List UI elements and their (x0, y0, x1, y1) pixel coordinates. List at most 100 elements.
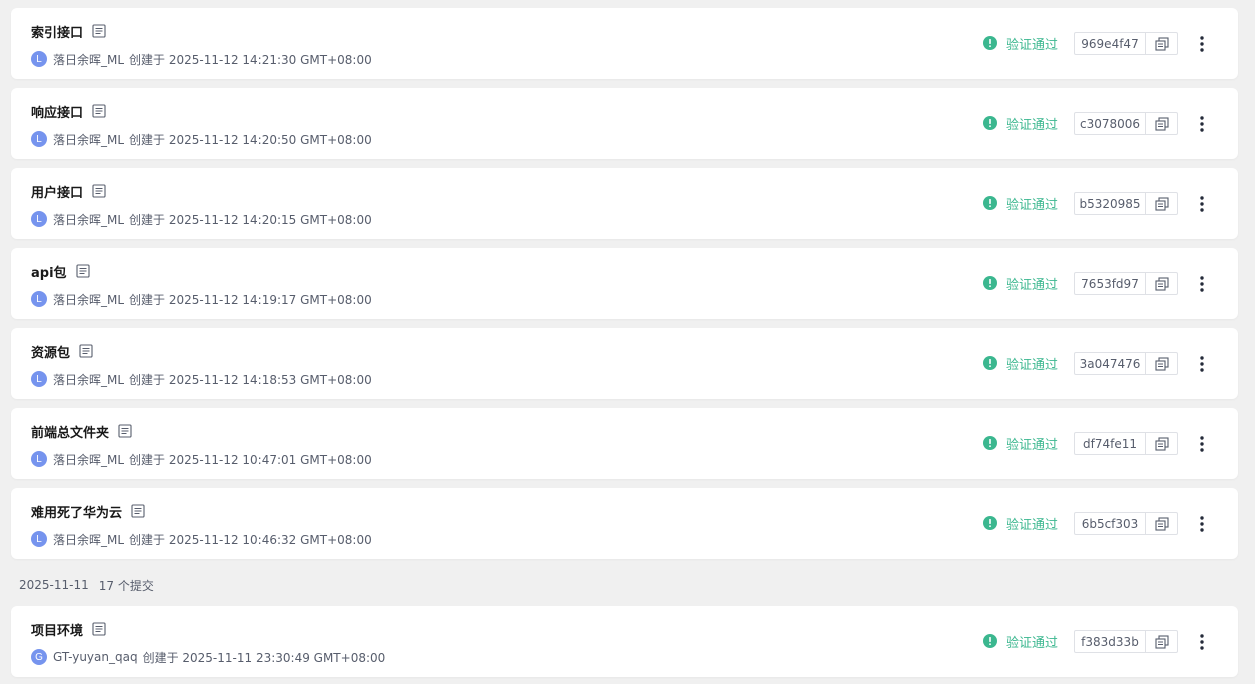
author-name: GT-yuyan_qaq (53, 650, 138, 664)
document-icon[interactable] (79, 344, 93, 358)
document-icon[interactable] (131, 504, 145, 518)
copy-icon[interactable] (1146, 33, 1177, 54)
check-circle-icon (983, 276, 997, 290)
document-icon[interactable] (92, 104, 106, 118)
commit-title[interactable]: 用户接口 (31, 182, 83, 201)
status-text: 验证通过 (1006, 357, 1059, 373)
created-time: 创建于 2025-11-11 23:30:49 GMT+08:00 (142, 650, 386, 665)
copy-icon[interactable] (1146, 433, 1177, 454)
copy-icon[interactable] (1146, 513, 1177, 534)
avatar: L (31, 131, 47, 147)
status-text: 验证通过 (1006, 635, 1059, 651)
more-vertical-icon[interactable] (1194, 632, 1210, 652)
check-circle-icon (983, 116, 997, 130)
commit-card[interactable]: 前端总文件夹 L 落日余晖_ML 创建于 2025-11-12 10:47:01… (11, 408, 1238, 479)
check-circle-icon (983, 436, 997, 450)
author-name: 落日余晖_ML (53, 372, 125, 387)
more-vertical-icon[interactable] (1194, 514, 1210, 534)
commit-title[interactable]: 前端总文件夹 (31, 422, 109, 441)
avatar: L (31, 451, 47, 467)
more-vertical-icon[interactable] (1194, 114, 1210, 134)
commit-card[interactable]: 资源包 L 落日余晖_ML 创建于 2025-11-12 14:18:53 GM… (11, 328, 1238, 399)
group-date: 2025-11-11 (19, 578, 89, 592)
created-time: 创建于 2025-11-12 14:20:15 GMT+08:00 (129, 212, 372, 227)
commit-title[interactable]: api包 (31, 262, 67, 281)
more-vertical-icon[interactable] (1194, 34, 1210, 54)
status-text: 验证通过 (1006, 37, 1059, 53)
document-icon[interactable] (75, 264, 90, 278)
commit-hash-group: f383d33b (1074, 630, 1178, 653)
more-vertical-icon[interactable] (1194, 194, 1210, 214)
author-name: 落日余晖_ML (53, 532, 125, 547)
commit-card[interactable]: api包 L 落日余晖_ML 创建于 2025-11-12 14:19:17 G… (11, 248, 1238, 319)
more-vertical-icon[interactable] (1194, 274, 1210, 294)
copy-icon[interactable] (1146, 113, 1177, 134)
copy-icon[interactable] (1146, 193, 1177, 214)
check-circle-icon (983, 634, 997, 648)
commit-card[interactable]: 难用死了华为云 L 落日余晖_ML 创建于 2025-11-12 10:46:3… (11, 488, 1238, 559)
more-vertical-icon[interactable] (1194, 354, 1210, 374)
commit-hash[interactable]: 3a047476 (1075, 353, 1146, 374)
commit-card[interactable]: 索引接口 L 落日余晖_ML 创建于 2025-11-12 14:21:30 G… (11, 8, 1238, 79)
document-icon[interactable] (92, 24, 106, 38)
verify-status: 验证通过 (983, 35, 1059, 53)
commit-card[interactable]: 用户接口 L 落日余晖_ML 创建于 2025-11-12 14:20:15 G… (11, 168, 1238, 239)
commit-title[interactable]: 响应接口 (31, 102, 83, 121)
verify-status: 验证通过 (983, 355, 1059, 373)
author-name: 落日余晖_ML (53, 212, 125, 227)
status-text: 验证通过 (1006, 197, 1059, 213)
copy-icon[interactable] (1146, 273, 1177, 294)
commit-hash[interactable]: b5320985 (1075, 193, 1146, 214)
commit-hash[interactable]: 969e4f47 (1075, 33, 1146, 54)
commit-card[interactable]: 项目环境 G GT-yuyan_qaq 创建于 2025-11-11 23:30… (11, 606, 1238, 677)
verify-status: 验证通过 (983, 115, 1058, 133)
status-text: 验证通过 (1006, 277, 1059, 293)
document-icon[interactable] (92, 622, 106, 636)
avatar: L (31, 211, 47, 227)
copy-icon[interactable] (1146, 353, 1177, 374)
commit-hash-group: df74fe11 (1074, 432, 1178, 455)
commit-hash-group: 969e4f47 (1074, 32, 1178, 55)
commit-group-header: 2025-11-11 17 个提交 (19, 577, 154, 593)
author-name: 落日余晖_ML (53, 452, 125, 467)
commit-hash-group: b5320985 (1074, 192, 1178, 215)
commit-hash-group: c3078006 (1074, 112, 1178, 135)
commit-title[interactable]: 索引接口 (31, 22, 83, 41)
avatar: L (31, 51, 47, 67)
commit-card[interactable]: 响应接口 L 落日余晖_ML 创建于 2025-11-12 14:20:50 G… (11, 88, 1238, 159)
commit-title[interactable]: 项目环境 (31, 620, 83, 639)
commit-hash-group: 7653fd97 (1074, 272, 1178, 295)
copy-icon[interactable] (1146, 631, 1177, 652)
created-time: 创建于 2025-11-12 10:46:32 GMT+08:00 (129, 532, 372, 547)
verify-status: 验证通过 (983, 435, 1059, 453)
check-circle-icon (983, 196, 997, 210)
verify-status: 验证通过 (983, 515, 1058, 533)
commit-hash[interactable]: 6b5cf303 (1075, 513, 1146, 534)
check-circle-icon (983, 36, 997, 50)
commit-title[interactable]: 难用死了华为云 (31, 502, 122, 521)
author-name: 落日余晖_ML (53, 292, 125, 307)
commit-hash[interactable]: 7653fd97 (1075, 273, 1146, 294)
verify-status: 验证通过 (983, 275, 1059, 293)
check-circle-icon (983, 356, 997, 370)
verify-status: 验证通过 (983, 633, 1059, 651)
status-text: 验证通过 (1006, 437, 1059, 453)
commit-title[interactable]: 资源包 (31, 342, 70, 361)
document-icon[interactable] (92, 184, 106, 198)
commit-hash[interactable]: df74fe11 (1075, 433, 1146, 454)
commit-hash-group: 3a047476 (1074, 352, 1178, 375)
avatar: L (31, 531, 47, 547)
avatar: G (31, 649, 47, 665)
document-icon[interactable] (118, 424, 132, 438)
check-circle-icon (983, 516, 997, 530)
avatar: L (31, 371, 47, 387)
commit-hash[interactable]: f383d33b (1075, 631, 1146, 652)
created-time: 创建于 2025-11-12 14:19:17 GMT+08:00 (129, 292, 372, 307)
author-name: 落日余晖_ML (53, 52, 125, 67)
author-name: 落日余晖_ML (53, 132, 125, 147)
verify-status: 验证通过 (983, 195, 1059, 213)
group-commit-count: 17 个提交 (98, 578, 154, 593)
more-vertical-icon[interactable] (1194, 434, 1210, 454)
created-time: 创建于 2025-11-12 14:18:53 GMT+08:00 (129, 372, 372, 387)
commit-hash[interactable]: c3078006 (1075, 113, 1146, 134)
